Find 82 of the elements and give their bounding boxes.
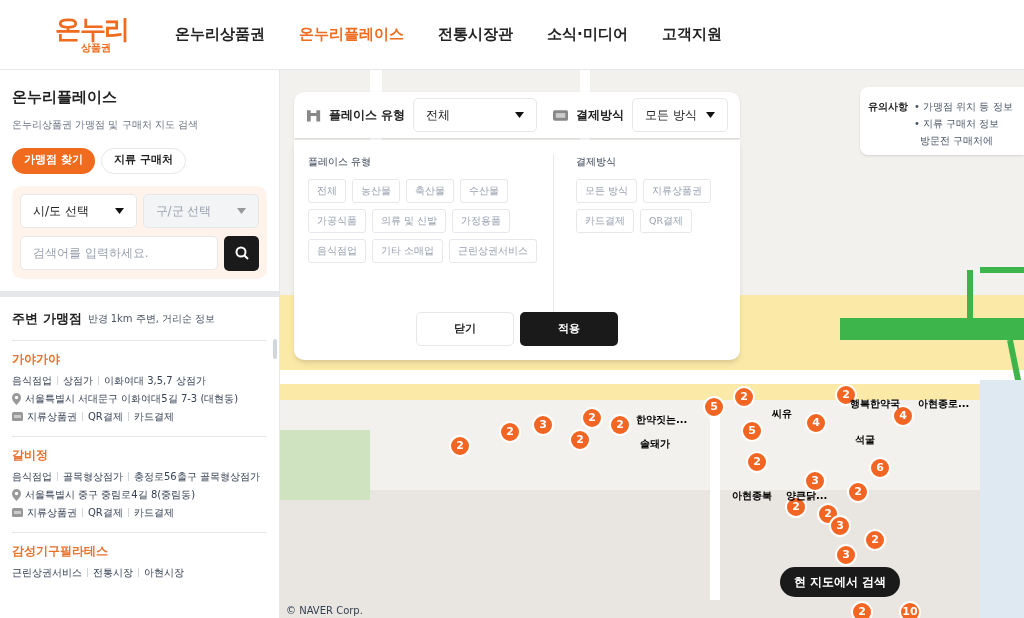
store-name[interactable]: 감성기구필라테스 (12, 542, 267, 560)
nav-link[interactable]: 온누리상품권 (175, 23, 265, 46)
notice-text: • 지류 구매처 정보 (914, 117, 1001, 131)
caret-icon (237, 207, 246, 214)
caret-icon (706, 112, 715, 118)
filter-chip[interactable]: 농산물 (352, 179, 400, 203)
filter-chip[interactable]: 전체 (308, 179, 346, 203)
search-button[interactable] (224, 235, 259, 271)
filter-chip[interactable]: 축산물 (406, 179, 454, 203)
nav-link[interactable]: 소식·미디어 (547, 23, 628, 46)
store-tag: 상점가 (63, 373, 93, 388)
payment-method: QR결제 (88, 410, 123, 424)
store-tag: 음식점업 (12, 469, 52, 484)
wallet-icon (12, 508, 23, 517)
wallet-icon (553, 109, 569, 121)
filter-label: 결제방식 (576, 107, 625, 124)
notice-text: • 가맹점 위치 등 정보 (914, 100, 1013, 114)
place-label: 석굴 (855, 433, 875, 447)
sidebar-subtitle: 온누리상품권 가맹점 및 구매처 지도 검색 (12, 117, 199, 132)
notice-text: 방문전 구매처에 (919, 134, 995, 148)
store-tag: 근린상권서비스 (12, 565, 82, 580)
filter-chip[interactable]: 가공식품 (308, 209, 366, 233)
section-title: 주변 가맹점 (12, 309, 82, 328)
map-attribution: © NAVER Corp. (286, 604, 363, 618)
storefront-icon (306, 108, 322, 122)
notice-title: 유의사항 (868, 100, 908, 114)
store-name[interactable]: 가야가야 (12, 350, 267, 368)
filter-chip[interactable]: 기타 소매업 (372, 239, 444, 263)
search-this-area-button[interactable]: 현 지도에서 검색 (780, 567, 901, 597)
search-field[interactable]: 검색어를 입력하세요. (20, 235, 218, 270)
sidebar-title: 온누리플레이스 (12, 87, 118, 108)
filter-chip[interactable]: 근린상권서비스 (449, 239, 538, 263)
search-icon (234, 246, 249, 260)
store-address: 서울특별시 중구 중림로4길 8(중림동) (25, 488, 196, 502)
filter-chip[interactable]: 모든 방식 (576, 179, 638, 203)
store-tag: 음식점업 (12, 373, 52, 388)
payment-method: QR결제 (88, 506, 123, 520)
nav-link[interactable]: 고객지원 (661, 23, 722, 46)
nav-link[interactable]: 온누리플레이스 (299, 23, 404, 46)
store-address: 서울특별시 서대문구 이화여대5길 7-3 (대현동) (25, 392, 239, 406)
place-label: 아현종북 (732, 489, 772, 503)
nav-link[interactable]: 전통시장관 (438, 23, 513, 46)
payment-method: 카드결제 (133, 410, 174, 424)
location-pin-icon (12, 488, 21, 501)
store-tag: 이화여대 3,5,7 상점가 (104, 373, 206, 388)
scrollbar[interactable] (273, 338, 277, 359)
place-label: 솔돼가 (640, 437, 670, 451)
logo[interactable]: 온누리 (55, 16, 130, 42)
caret-icon (114, 207, 124, 214)
store-name[interactable]: 갈비정 (12, 446, 267, 464)
filter-chip[interactable]: 음식점업 (308, 239, 366, 263)
caret-icon (515, 112, 525, 118)
store-tag: 전통시장 (93, 565, 133, 580)
store-tag: 충정로56출구 골목형상점가 (134, 469, 260, 484)
payment-method: 지류상품권 (27, 506, 77, 520)
tab[interactable]: 가맹점 찾기 (12, 147, 95, 174)
filter-label: 플레이스 유형 (329, 107, 406, 123)
place-label: 씨유 (772, 407, 792, 421)
location-pin-icon (12, 392, 21, 405)
logo-subtitle: 상품권 (81, 42, 111, 53)
apply-button[interactable]: 적용 (520, 312, 618, 346)
store-tag: 골목형상점가 (63, 469, 123, 484)
filter-chip[interactable]: 의류 및 신발 (372, 209, 447, 233)
tab[interactable]: 지류 구매처 (100, 147, 186, 174)
filter-chip[interactable]: 수산물 (460, 179, 508, 203)
section-note: 반경 1km 주변, 거리순 정보 (87, 311, 216, 326)
wallet-icon (12, 412, 23, 421)
place-type-dropdown[interactable]: 전체 (413, 98, 538, 132)
filter-chip[interactable]: 카드결제 (576, 209, 634, 233)
filter-chip[interactable]: QR결제 (640, 209, 693, 233)
payment-method: 카드결제 (133, 506, 174, 520)
filter-chip[interactable]: 지류상품권 (643, 179, 712, 203)
store-tag: 아현시장 (144, 565, 184, 580)
payment-dropdown[interactable]: 모든 방식 (632, 98, 728, 132)
close-button[interactable]: 닫기 (416, 312, 514, 346)
region-dropdown[interactable]: 시/도 선택 (20, 193, 137, 228)
panel-heading: 플레이스 유형 (308, 155, 373, 169)
place-label: 한약짓는... (636, 413, 688, 427)
payment-method: 지류상품권 (27, 410, 77, 424)
panel-heading: 결제방식 (576, 155, 617, 169)
place-label: 아현종로... (918, 397, 970, 411)
filter-chip[interactable]: 가정용품 (452, 209, 511, 233)
